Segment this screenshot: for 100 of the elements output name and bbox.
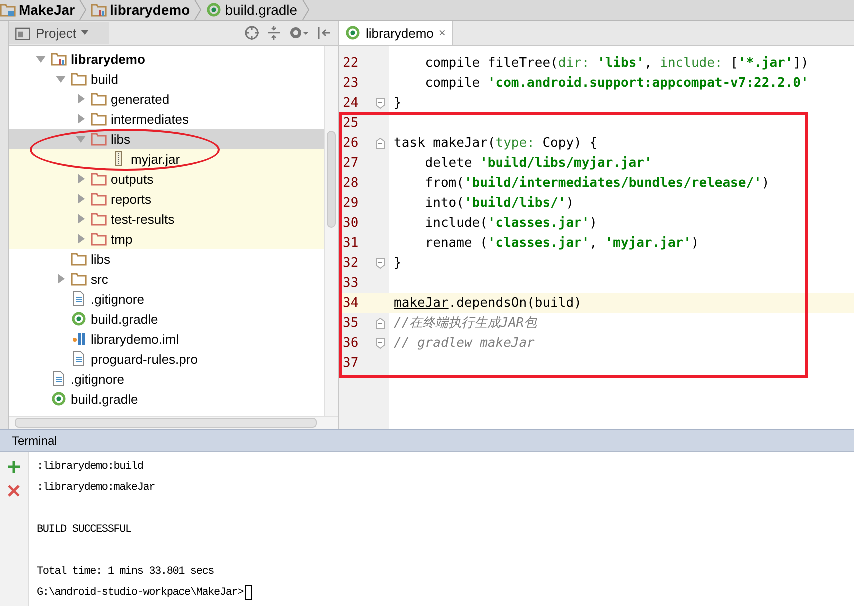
tree-item[interactable]: librarydemo.iml [9, 329, 324, 349]
tree-item[interactable]: reports [9, 189, 324, 209]
expanded-arrow-icon[interactable] [75, 133, 87, 145]
collapsed-arrow-icon[interactable] [55, 273, 67, 285]
tree-item[interactable]: build.gradle [9, 389, 324, 409]
tree-item[interactable]: librarydemo [9, 49, 324, 69]
chevron-icon [79, 0, 88, 20]
line-number: 30 [342, 216, 360, 230]
caret-icon [81, 30, 90, 36]
line-number: 24 [342, 96, 360, 110]
close-icon[interactable]: × [438, 26, 446, 40]
close-icon[interactable] [6, 483, 22, 499]
tree-item[interactable]: src [9, 269, 324, 289]
collapsed-arrow-icon[interactable] [75, 193, 87, 205]
fold-marker-icon[interactable] [376, 258, 384, 268]
tree-item[interactable]: generated [9, 89, 324, 109]
target-icon[interactable] [244, 25, 260, 41]
tree-item[interactable]: test-results [9, 209, 324, 229]
tree-item[interactable]: libs [9, 249, 324, 269]
folder-icon [91, 111, 107, 127]
line-number: 33 [342, 276, 360, 290]
code-line: } [393, 256, 402, 270]
expanded-arrow-icon[interactable] [55, 73, 67, 85]
code-line: task makeJar(type: Copy) { [393, 136, 598, 150]
expanded-arrow-icon[interactable] [35, 53, 47, 65]
breadcrumb-item[interactable]: build.gradle [225, 2, 298, 18]
collapsed-arrow-icon[interactable] [75, 233, 87, 245]
tree-item[interactable]: tmp [9, 229, 324, 249]
collapsed-arrow-icon[interactable] [75, 93, 87, 105]
module-file-icon [71, 331, 87, 347]
code-line: makeJar.dependsOn(build) [393, 296, 582, 310]
fold-marker-icon[interactable] [376, 138, 384, 148]
scrollbar-thumb[interactable] [15, 418, 317, 428]
tree-item[interactable]: build.gradle [9, 309, 324, 329]
folder-icon [71, 271, 87, 287]
code-line: from('build/intermediates/bundles/release/') [424, 176, 770, 190]
code-line: into('build/libs/') [424, 196, 574, 210]
chevron-icon [194, 0, 202, 20]
line-number: 26 [342, 136, 360, 150]
tree-item[interactable]: proguard-rules.pro [9, 349, 324, 369]
terminal-line: Total time: 1 mins 33.801 secs [37, 564, 216, 580]
collapsed-arrow-icon[interactable] [75, 173, 87, 185]
settings-icon[interactable] [288, 25, 310, 41]
tree-item[interactable]: intermediates [9, 109, 324, 129]
line-number: 27 [342, 156, 360, 170]
code-line: //在终端执行生成JAR包 [393, 315, 538, 332]
ring-icon [71, 311, 87, 327]
tree-item[interactable]: .gitignore [9, 289, 324, 309]
ring-icon [206, 2, 222, 18]
document-icon [71, 291, 87, 307]
tree-item[interactable]: libs [9, 129, 324, 149]
line-number: 23 [342, 76, 360, 90]
line-number: 25 [342, 116, 360, 130]
code-line: rename ('classes.jar', 'myjar.jar') [424, 236, 700, 250]
scrollbar-thumb[interactable] [327, 131, 336, 228]
folder-icon [91, 91, 107, 107]
line-number: 37 [342, 356, 360, 370]
line-number: 36 [342, 336, 360, 350]
code-line: // gradlew makeJar [393, 336, 535, 350]
fold-marker-icon[interactable] [376, 98, 384, 108]
collapse-icon[interactable] [266, 25, 282, 41]
folder-icon [91, 211, 107, 227]
folder-icon [0, 2, 16, 18]
code-line: delete 'build/libs/myjar.jar' [424, 156, 652, 170]
document-icon [51, 371, 67, 387]
terminal-line: BUILD SUCCESSFUL [37, 522, 132, 538]
breadcrumb-item[interactable]: MakeJar [19, 2, 76, 18]
ring-icon [345, 25, 361, 41]
line-number: 35 [342, 316, 360, 330]
hide-icon[interactable] [316, 25, 332, 41]
document-icon [71, 351, 87, 367]
terminal-line: :librarydemo:makeJar [37, 480, 156, 496]
code-line: include('classes.jar') [424, 216, 598, 230]
tree-item[interactable]: myjar.jar [9, 149, 324, 169]
line-number: 29 [342, 196, 360, 210]
terminal-title: Terminal [0, 430, 854, 452]
line-number: 31 [342, 236, 360, 250]
folder-icon [91, 131, 107, 147]
code-line: compile fileTree(dir: 'libs', include: ['*.jar']) [424, 56, 809, 70]
terminal-line: :librarydemo:build [37, 460, 144, 474]
folder-icon [91, 191, 107, 207]
breadcrumb-item[interactable]: librarydemo [110, 2, 190, 18]
tree-item[interactable]: build [9, 69, 324, 89]
panel-icon [15, 25, 31, 41]
module-folder-icon [91, 2, 108, 18]
line-number: 22 [342, 56, 360, 70]
folder-icon [71, 71, 87, 87]
collapsed-arrow-icon[interactable] [75, 213, 87, 225]
terminal-prompt: G:\android-studio-workpace\MakeJar> [37, 586, 244, 598]
add-icon[interactable] [6, 459, 22, 475]
view-selector[interactable]: Project [9, 22, 109, 44]
editor-tab[interactable]: librarydemo × [339, 21, 453, 45]
fold-marker-icon[interactable] [376, 318, 384, 328]
fold-marker-icon[interactable] [376, 338, 384, 348]
module-folder-icon [51, 51, 67, 67]
tree-item[interactable]: outputs [9, 169, 324, 189]
collapsed-arrow-icon[interactable] [75, 113, 87, 125]
text-cursor [244, 585, 252, 600]
ring-icon [51, 391, 67, 407]
tree-item[interactable]: .gitignore [9, 369, 324, 389]
